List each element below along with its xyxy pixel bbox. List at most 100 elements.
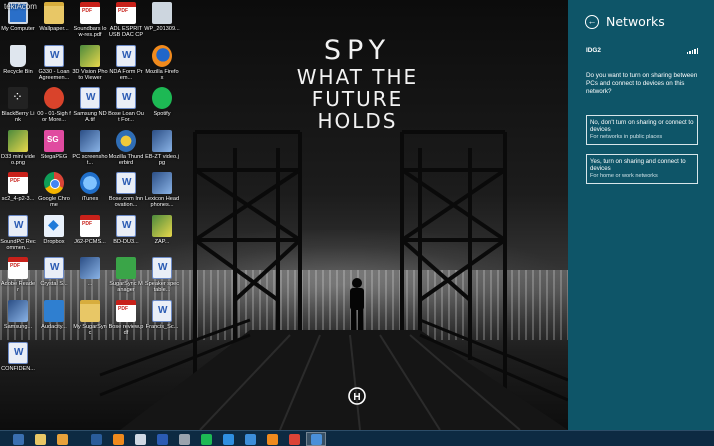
dropbox-icon xyxy=(44,214,64,237)
pdf-icon xyxy=(8,172,28,194)
desktop-icon-label: SugarSync Manager xyxy=(109,281,143,294)
desktop-icon[interactable]: Audacity... xyxy=(36,299,72,352)
taskbar xyxy=(0,430,714,446)
image-icon xyxy=(152,129,172,152)
taskbar-button[interactable] xyxy=(108,432,128,446)
desktop-icon-label: Bose Loan Out For... xyxy=(108,111,144,124)
taskbar-button[interactable] xyxy=(240,432,260,446)
desktop-icon-label: WP_201309... xyxy=(144,26,180,32)
panel-header: ← Networks xyxy=(585,14,665,29)
image-icon xyxy=(80,129,100,152)
desktop-icon-label: Speaker spec table... xyxy=(144,281,180,294)
back-arrow-icon[interactable]: ← xyxy=(585,14,599,29)
desktop-icon-label: Lexicon Headphones... xyxy=(144,196,180,209)
watermark-text: tekiAcom xyxy=(4,2,37,11)
pdf-icon xyxy=(116,299,136,322)
document-icon xyxy=(80,87,100,109)
poster-title-line2: WHAT THE xyxy=(296,65,419,89)
document-icon xyxy=(8,214,28,237)
stegapeg-icon xyxy=(44,129,64,152)
desktop-icon-label: ZAP... xyxy=(154,238,170,245)
desktop-icon-label: Recycle Bin xyxy=(3,68,33,75)
desktop-icon-label: BD-DU3... xyxy=(113,238,139,245)
desktop-icon-label: iTunes xyxy=(81,196,99,202)
desktop-icon-label: BlackBerry Link xyxy=(1,111,35,124)
desktop-icon-label: 3D Vision Photo Viewer xyxy=(72,68,108,81)
image-icon xyxy=(80,257,100,279)
desktop-icon-label: ... xyxy=(87,281,93,287)
taskbar-button[interactable] xyxy=(284,432,304,446)
desktop-icon-label: PC screenshot... xyxy=(72,153,108,166)
document-icon xyxy=(44,257,64,279)
vlc-icon xyxy=(266,433,278,445)
document-icon xyxy=(152,257,172,279)
desktop-icon-label: ADL ESPRIT USB DAC CPL xyxy=(108,26,144,39)
folder-icon xyxy=(34,433,46,445)
desktop-icon-label: Mozilla Firefox xyxy=(145,68,179,81)
spotify-icon xyxy=(152,87,172,109)
firefox-icon xyxy=(152,44,172,67)
document-icon xyxy=(116,172,136,194)
desktop-icon-grid: My Computer Wallpaper... Soundbars low-res… xyxy=(0,2,180,432)
svg-text:H: H xyxy=(353,392,360,403)
no-sharing-title: No, don't turn on sharing or connect to … xyxy=(590,119,694,134)
desktop-icon-label: Bose review.pdf xyxy=(108,323,144,336)
pdf-icon xyxy=(80,214,100,237)
desktop-icon[interactable]: Bose review.pdf xyxy=(108,299,144,352)
taskbar-button[interactable] xyxy=(262,432,282,446)
yes-sharing-button[interactable]: Yes, turn on sharing and connect to devi… xyxy=(586,154,698,184)
desktop-icon-label: sc2_4-p2-3... xyxy=(1,196,35,202)
recycle-bin-icon xyxy=(10,44,26,67)
desktop-icon[interactable]: Francis_Sc... xyxy=(144,299,180,352)
pdf-icon xyxy=(116,2,136,24)
desktop-icon[interactable]: My SugarSync xyxy=(72,299,108,352)
desktop-icon-label: Samsung NDA.tif xyxy=(73,111,107,124)
document-icon xyxy=(116,44,136,67)
desktop-icon-label: Crystal S... xyxy=(40,281,68,287)
folder-icon xyxy=(44,2,64,24)
desktop-icon-label: Dropbox xyxy=(43,238,65,245)
taskbar-button[interactable] xyxy=(130,432,150,446)
audacity-icon xyxy=(44,299,64,322)
taskbar-button[interactable] xyxy=(8,432,28,446)
taskbar-button[interactable] xyxy=(218,432,238,446)
desktop-icon[interactable]: CONFIDEN... xyxy=(0,342,36,394)
taskbar-button[interactable] xyxy=(30,432,50,446)
taskbar-button[interactable] xyxy=(174,432,194,446)
desktop-icon-label: J62-PCMS... xyxy=(74,238,106,245)
desktop-icon-label: Spotify xyxy=(153,111,171,117)
desktop-icon-label: NDA Form Prem... xyxy=(109,68,143,81)
image-icon xyxy=(8,129,28,152)
desktop-icon-label: EB-ZT video.jpg xyxy=(145,153,179,166)
desktop-icon-label: Samsung... xyxy=(3,323,33,330)
no-sharing-button[interactable]: No, don't turn on sharing or connect to … xyxy=(586,115,698,145)
taskbar-button[interactable] xyxy=(152,432,172,446)
taskbar-button[interactable] xyxy=(306,432,326,446)
word-icon xyxy=(156,433,168,445)
poster-title-line3: FUTURE HOLDS xyxy=(311,87,404,133)
image-icon xyxy=(80,44,100,67)
outlook-icon xyxy=(56,433,68,445)
taskbar-button[interactable] xyxy=(86,432,106,446)
network-name: IDG2 xyxy=(586,47,601,54)
panel-title: Networks xyxy=(606,14,665,29)
image-icon xyxy=(8,299,28,322)
sharing-question: Do you want to turn on sharing between P… xyxy=(586,72,698,95)
chrome-icon xyxy=(288,433,300,445)
wifi-signal-icon xyxy=(686,47,698,54)
tool-icon xyxy=(178,433,190,445)
folder-icon xyxy=(80,299,100,322)
desktop-icon-label: Google Chrome xyxy=(38,196,70,209)
desktop-icon-label: My Computer xyxy=(1,26,35,32)
image-icon xyxy=(152,214,172,237)
media-player-icon xyxy=(90,433,102,445)
taskbar-button[interactable] xyxy=(52,432,72,446)
document-icon xyxy=(44,44,64,67)
network-row[interactable]: IDG2 xyxy=(586,47,698,54)
taskbar-button[interactable] xyxy=(196,432,216,446)
firefox-icon xyxy=(112,433,124,445)
image-icon xyxy=(152,172,172,194)
audio-icon xyxy=(44,87,64,109)
desktop-icon-label: D33 mini video.png xyxy=(1,153,35,166)
document-icon xyxy=(152,299,172,322)
